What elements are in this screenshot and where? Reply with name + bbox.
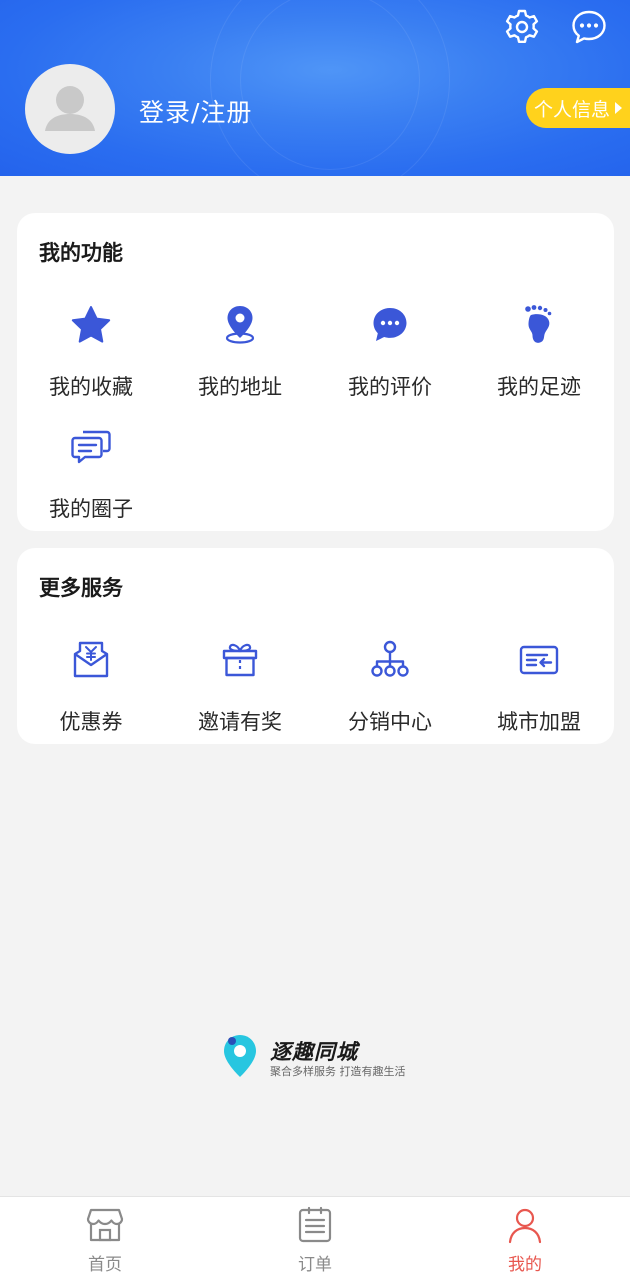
message-icon[interactable] bbox=[570, 8, 608, 46]
order-list-icon bbox=[298, 1206, 332, 1243]
menu-item-favorites[interactable]: 我的收藏 bbox=[16, 303, 166, 413]
settings-icon[interactable] bbox=[503, 8, 541, 46]
chat-stack-icon bbox=[71, 430, 111, 464]
card-join-icon bbox=[519, 645, 559, 675]
menu-item-reviews[interactable]: 我的评价 bbox=[315, 303, 465, 413]
arrow-right-icon bbox=[615, 102, 623, 114]
star-icon bbox=[71, 306, 111, 343]
user-icon bbox=[508, 1208, 542, 1244]
tab-label: 订单 bbox=[298, 1255, 332, 1275]
personal-info-button[interactable]: 个人信息 bbox=[526, 88, 630, 128]
menu-item-footprints[interactable]: 我的足迹 bbox=[464, 303, 614, 413]
org-chart-icon bbox=[371, 640, 409, 677]
tab-mine[interactable]: 我的 bbox=[465, 1197, 585, 1280]
menu-item-label: 我的圈子 bbox=[49, 497, 133, 521]
menu-item-label: 邀请有奖 bbox=[198, 710, 282, 734]
brand-slogan: 聚合多样服务 打造有趣生活 bbox=[270, 1065, 406, 1078]
menu-item-circles[interactable]: 我的圈子 bbox=[16, 425, 166, 535]
menu-item-label: 分销中心 bbox=[348, 710, 432, 734]
gift-icon bbox=[222, 643, 258, 677]
menu-item-label: 我的评价 bbox=[348, 375, 432, 399]
login-register-link[interactable]: 登录/注册 bbox=[139, 93, 252, 129]
menu-item-distribution[interactable]: 分销中心 bbox=[315, 638, 465, 748]
my-functions-card: 我的功能 我的收藏 我的地址 我的评价 我的足迹 我的圈子 bbox=[17, 213, 614, 531]
menu-item-label: 我的足迹 bbox=[497, 375, 581, 399]
menu-item-label: 我的地址 bbox=[198, 375, 282, 399]
location-pin-icon bbox=[225, 306, 255, 344]
footprint-icon bbox=[525, 305, 552, 343]
menu-item-label: 我的收藏 bbox=[49, 375, 133, 399]
brand-name: 逐趣同城 bbox=[270, 1040, 358, 1064]
my-functions-title: 我的功能 bbox=[39, 241, 123, 265]
store-icon bbox=[86, 1208, 124, 1242]
brand-logo: 逐趣同城 聚合多样服务 打造有趣生活 bbox=[222, 1033, 422, 1081]
comment-bubble-icon bbox=[373, 308, 407, 341]
menu-item-coupons[interactable]: 优惠券 bbox=[16, 638, 166, 748]
menu-item-address[interactable]: 我的地址 bbox=[165, 303, 315, 413]
menu-item-city-franchise[interactable]: 城市加盟 bbox=[464, 638, 614, 748]
menu-item-invite[interactable]: 邀请有奖 bbox=[165, 638, 315, 748]
tab-orders[interactable]: 订单 bbox=[255, 1197, 375, 1280]
bottom-tab-bar: 首页 订单 我的 bbox=[0, 1196, 630, 1280]
default-avatar-icon bbox=[45, 86, 95, 131]
more-services-title: 更多服务 bbox=[39, 576, 123, 600]
menu-item-label: 城市加盟 bbox=[497, 710, 581, 734]
tab-label: 首页 bbox=[88, 1255, 122, 1275]
personal-info-label: 个人信息 bbox=[534, 98, 611, 121]
menu-item-label: 优惠券 bbox=[59, 710, 123, 734]
profile-header: 登录/注册 个人信息 bbox=[0, 0, 630, 176]
tab-home[interactable]: 首页 bbox=[45, 1197, 165, 1280]
coupon-icon bbox=[73, 641, 109, 678]
tab-label: 我的 bbox=[508, 1255, 542, 1275]
location-logo-icon bbox=[224, 1035, 256, 1077]
more-services-card: 更多服务 优惠券 邀请有奖 分销中心 城市加盟 bbox=[17, 548, 614, 744]
avatar[interactable] bbox=[25, 64, 115, 154]
